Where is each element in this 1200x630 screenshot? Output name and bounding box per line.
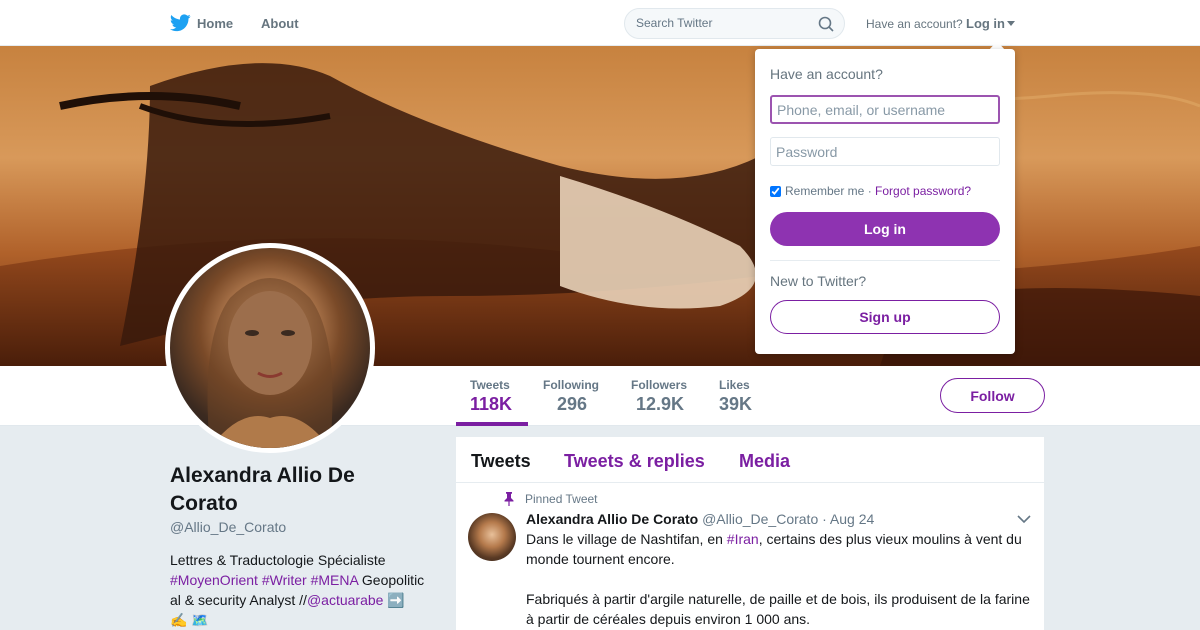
timeline: Tweets Tweets & replies Media Pinned Twe… bbox=[456, 437, 1044, 630]
search-icon[interactable] bbox=[818, 16, 834, 32]
stat-label: Likes bbox=[719, 378, 750, 392]
login-dropdown-toggle[interactable]: Log in bbox=[966, 16, 1005, 31]
tweet-hashtag-link[interactable]: #Iran bbox=[727, 531, 759, 547]
profile-bio: Lettres & Traductologie Spécialiste #Moy… bbox=[170, 550, 432, 630]
stat-tweets[interactable]: Tweets 118K bbox=[470, 378, 512, 415]
nav-about-link[interactable]: About bbox=[261, 16, 299, 31]
remember-me-row: Remember me · Forgot password? bbox=[770, 184, 971, 198]
bio-emojis: ✍️ 🗺️ bbox=[170, 612, 209, 628]
tweet-paragraph: Fabriqués à partir d'argile naturelle, d… bbox=[526, 591, 1030, 627]
tweet-text: Dans le village de Nashtifan, en #Iran, … bbox=[526, 529, 1036, 630]
tweet-text-part: Dans le village de Nashtifan, en bbox=[526, 531, 727, 547]
pin-icon bbox=[504, 492, 514, 506]
avatar-photo bbox=[170, 248, 370, 448]
tab-tweets-replies[interactable]: Tweets & replies bbox=[564, 451, 705, 472]
chevron-down-icon[interactable] bbox=[1017, 514, 1031, 524]
stat-following[interactable]: Following 296 bbox=[543, 378, 599, 415]
remember-me-label[interactable]: Remember me bbox=[785, 184, 864, 198]
password-field[interactable] bbox=[770, 137, 1000, 166]
have-account-text: Have an account? bbox=[866, 17, 963, 31]
caret-down-icon[interactable] bbox=[1007, 21, 1015, 26]
active-stat-underline bbox=[456, 422, 528, 426]
search-box[interactable] bbox=[624, 8, 845, 39]
dropdown-divider bbox=[770, 260, 1000, 261]
bio-line: Geopolitic bbox=[358, 572, 425, 588]
stat-label: Followers bbox=[631, 378, 688, 392]
bio-line: al & security Analyst // bbox=[170, 592, 307, 608]
nav-home-link[interactable]: Home bbox=[197, 16, 233, 31]
stat-followers[interactable]: Followers 12.9K bbox=[631, 378, 687, 415]
stat-label: Tweets bbox=[470, 378, 510, 392]
stat-likes[interactable]: Likes 39K bbox=[719, 378, 752, 415]
stat-value: 39K bbox=[719, 394, 753, 414]
profile-name: Alexandra Allio De Corato bbox=[170, 464, 355, 515]
remember-me-checkbox[interactable] bbox=[770, 186, 781, 197]
bio-hashtags[interactable]: #MoyenOrient #Writer #MENA bbox=[170, 572, 358, 588]
stat-value: 296 bbox=[557, 394, 588, 414]
username-field[interactable] bbox=[770, 95, 1000, 124]
dropdown-title: Have an account? bbox=[770, 66, 883, 82]
stat-value: 118K bbox=[470, 394, 513, 414]
timeline-tabs: Tweets Tweets & replies Media bbox=[456, 437, 1044, 483]
bio-mention-link[interactable]: @actuarabe bbox=[307, 592, 383, 608]
profile-handle[interactable]: @Allio_De_Corato bbox=[170, 519, 286, 535]
new-to-twitter-text: New to Twitter? bbox=[770, 273, 867, 289]
bio-line: Lettres & Traductologie Spécialiste bbox=[170, 552, 386, 568]
login-dropdown: Have an account? Remember me · Forgot pa… bbox=[755, 49, 1015, 354]
tab-tweets[interactable]: Tweets bbox=[471, 451, 531, 472]
stat-label: Following bbox=[543, 378, 599, 392]
tweet-author-name[interactable]: Alexandra Allio De Corato bbox=[526, 511, 698, 527]
twitter-bird-icon[interactable] bbox=[170, 13, 191, 33]
follow-button[interactable]: Follow bbox=[940, 378, 1045, 413]
arrow-right-emoji: ➡️ bbox=[387, 592, 405, 608]
stat-value: 12.9K bbox=[636, 394, 685, 414]
profile-avatar[interactable] bbox=[165, 243, 375, 453]
tab-media[interactable]: Media bbox=[739, 451, 790, 472]
top-nav-bar: Home About Have an account? Log in bbox=[0, 0, 1200, 46]
tweet-author-meta[interactable]: @Allio_De_Corato · Aug 24 bbox=[702, 511, 874, 527]
forgot-password-link[interactable]: Forgot password? bbox=[875, 184, 971, 198]
tweet-header: Alexandra Allio De Corato @Allio_De_Cora… bbox=[526, 511, 874, 527]
pinned-tweet-label: Pinned Tweet bbox=[525, 492, 598, 506]
separator: · bbox=[864, 184, 876, 198]
login-button[interactable]: Log in bbox=[770, 212, 1000, 246]
signup-button[interactable]: Sign up bbox=[770, 300, 1000, 334]
search-input[interactable] bbox=[636, 16, 816, 30]
tweet-avatar[interactable] bbox=[468, 513, 516, 561]
